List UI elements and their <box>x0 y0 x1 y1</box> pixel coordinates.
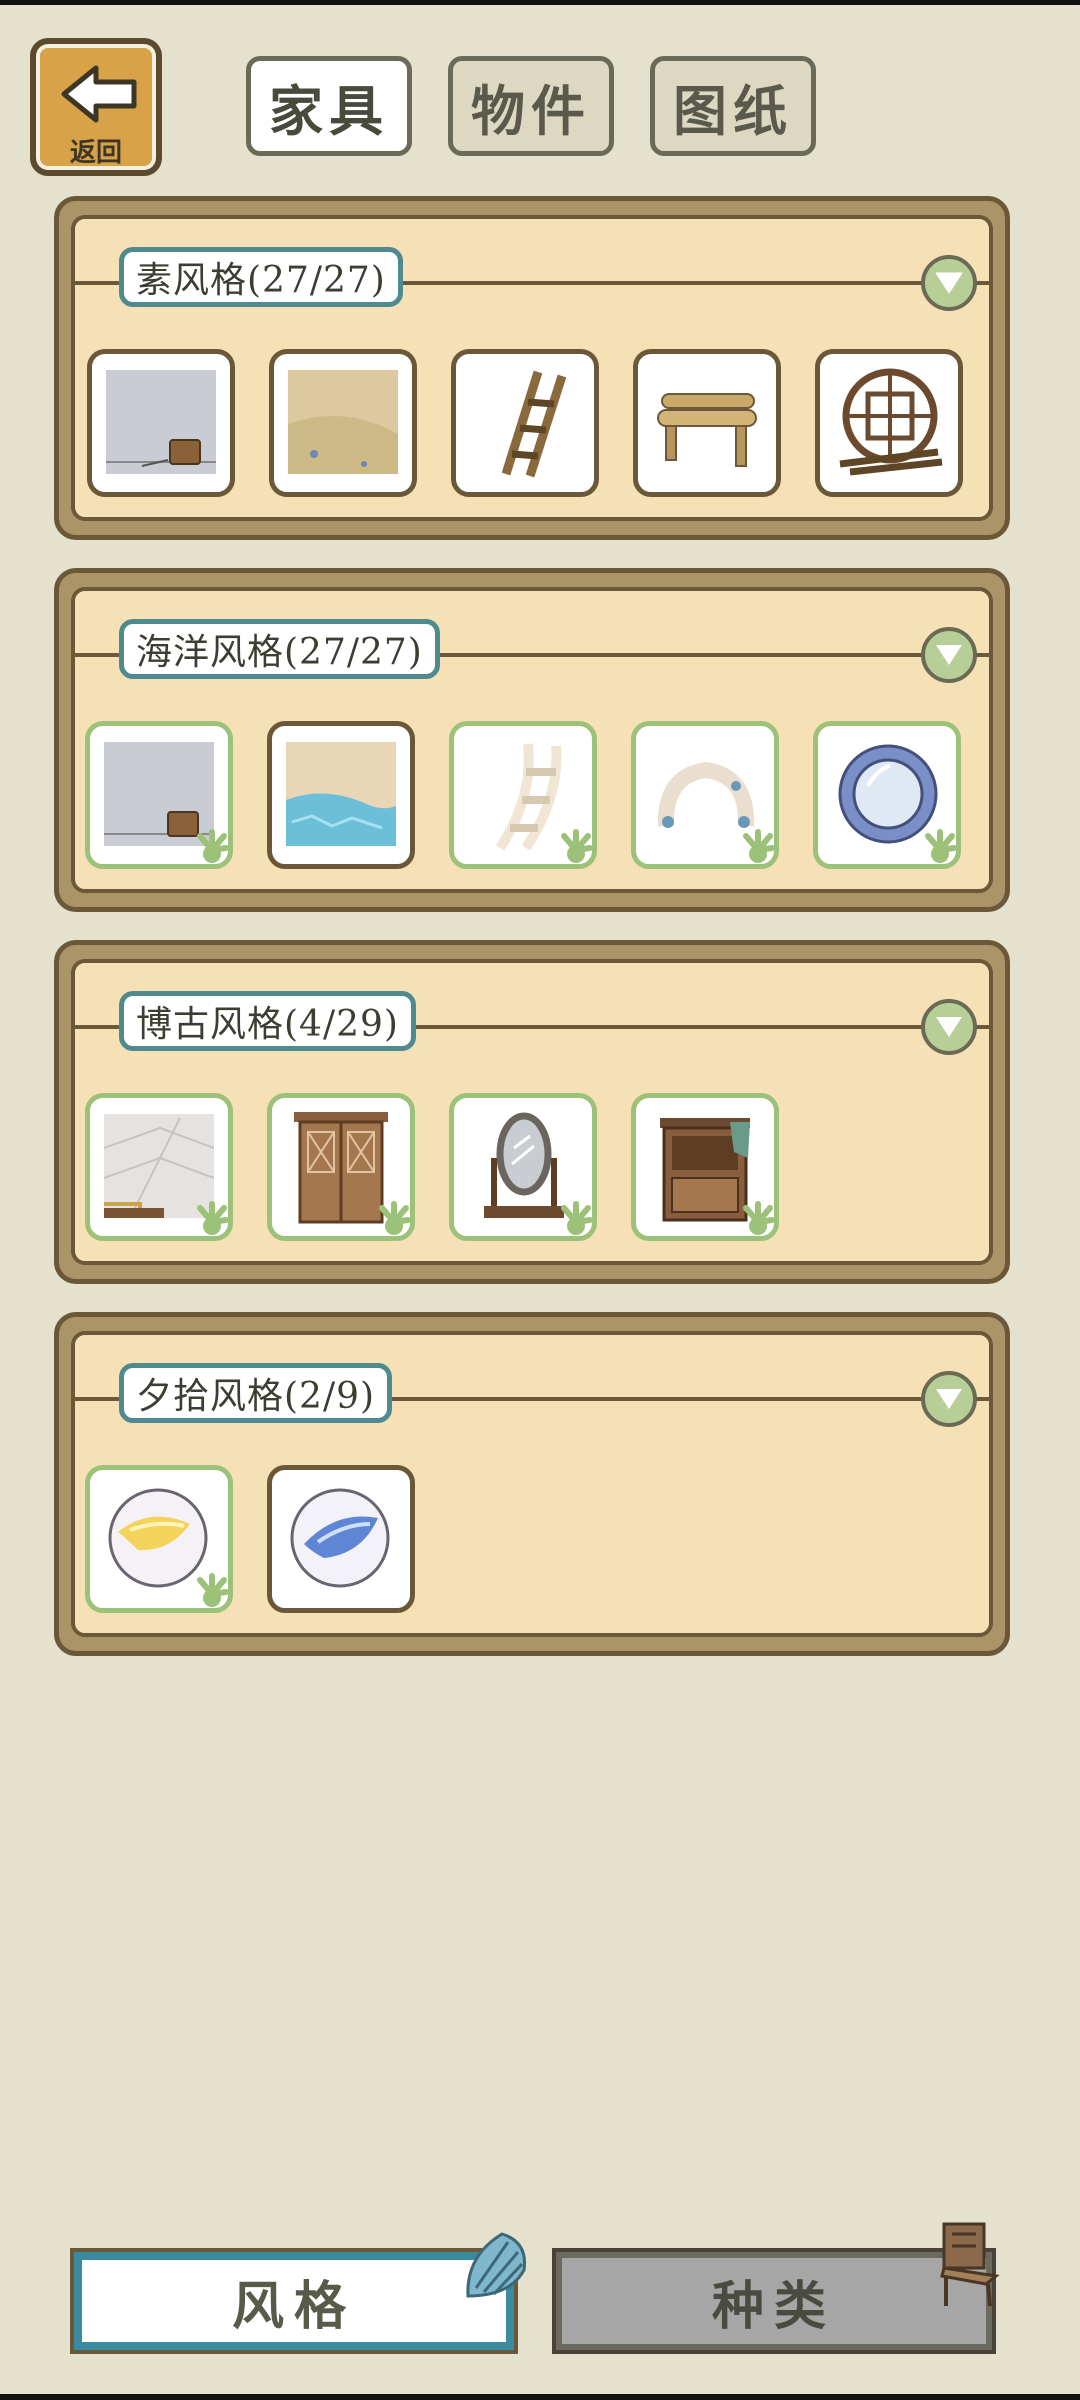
item-blue-marble[interactable] <box>267 1465 415 1613</box>
section-antique-style: 博古风格(4/29) <box>54 940 1010 1284</box>
back-arrow-icon <box>61 65 137 123</box>
triangle-down-icon <box>936 645 962 665</box>
frog-paw-icon <box>379 1201 411 1235</box>
chair-icon <box>940 2222 1000 2307</box>
frog-paw-icon <box>925 829 957 863</box>
section-evening-style: 夕拾风格(2/9) <box>54 1312 1010 1656</box>
back-button[interactable]: 返回 <box>30 38 162 176</box>
item-white-ladder[interactable] <box>449 721 597 869</box>
collapse-button[interactable] <box>921 1371 977 1427</box>
collapse-button[interactable] <box>921 999 977 1055</box>
nav-bar-edge <box>0 2394 1080 2400</box>
item-lattice-window[interactable] <box>815 349 963 497</box>
seashell-icon <box>466 2232 527 2298</box>
collapse-button[interactable] <box>921 627 977 683</box>
section-title: 夕拾风格(2/9) <box>119 1363 393 1423</box>
lattice-window-icon <box>839 368 943 476</box>
frog-paw-icon <box>561 1201 593 1235</box>
frog-paw-icon <box>561 829 593 863</box>
item-wooden-ladder[interactable] <box>451 349 599 497</box>
status-bar-edge <box>0 0 1080 5</box>
triangle-down-icon <box>936 1389 962 1409</box>
tab-objects[interactable]: 物件 <box>448 56 614 156</box>
bottom-tab-category[interactable]: 种类 <box>556 2252 992 2350</box>
log-bench-icon <box>657 393 757 467</box>
item-pool-floor[interactable] <box>267 721 415 869</box>
frog-paw-icon <box>197 1201 229 1235</box>
item-lattice-door[interactable] <box>267 1093 415 1241</box>
item-yellow-marble[interactable] <box>85 1465 233 1613</box>
frog-paw-icon <box>197 1573 229 1607</box>
section-title: 海洋风格(27/27) <box>119 619 440 679</box>
triangle-down-icon <box>935 272 963 294</box>
back-label: 返回 <box>69 138 122 168</box>
tab-furniture[interactable]: 家具 <box>246 56 412 156</box>
section-title: 素风格(27/27) <box>119 247 403 307</box>
tab-blueprints[interactable]: 图纸 <box>650 56 816 156</box>
frog-paw-icon <box>743 1201 775 1235</box>
bottom-tab-style[interactable]: 风格 <box>74 2252 514 2350</box>
wall-bucket-icon <box>106 370 216 474</box>
collapse-button[interactable] <box>921 255 977 311</box>
frog-paw-icon <box>743 829 775 863</box>
frog-paw-icon <box>197 829 229 863</box>
item-wall-bucket[interactable] <box>85 721 233 869</box>
pool-floor-icon <box>286 742 396 846</box>
section-title: 博古风格(4/29) <box>119 991 416 1051</box>
sand-floor-icon <box>288 370 398 474</box>
item-sand-floor[interactable] <box>269 349 417 497</box>
item-shell-arch[interactable] <box>631 721 779 869</box>
item-wall-bucket[interactable] <box>87 349 235 497</box>
blue-marble-icon <box>290 1488 390 1588</box>
item-porthole-mirror[interactable] <box>813 721 961 869</box>
wooden-ladder-icon <box>501 370 567 478</box>
item-log-bench[interactable] <box>633 349 781 497</box>
triangle-down-icon <box>936 1017 962 1037</box>
item-wooden-cabinet[interactable] <box>631 1093 779 1241</box>
section-ocean-style: 海洋风格(27/27) <box>54 568 1010 912</box>
section-plain-style: 素风格(27/27) <box>54 196 1010 540</box>
item-standing-mirror[interactable] <box>449 1093 597 1241</box>
item-tile-floor[interactable] <box>85 1093 233 1241</box>
